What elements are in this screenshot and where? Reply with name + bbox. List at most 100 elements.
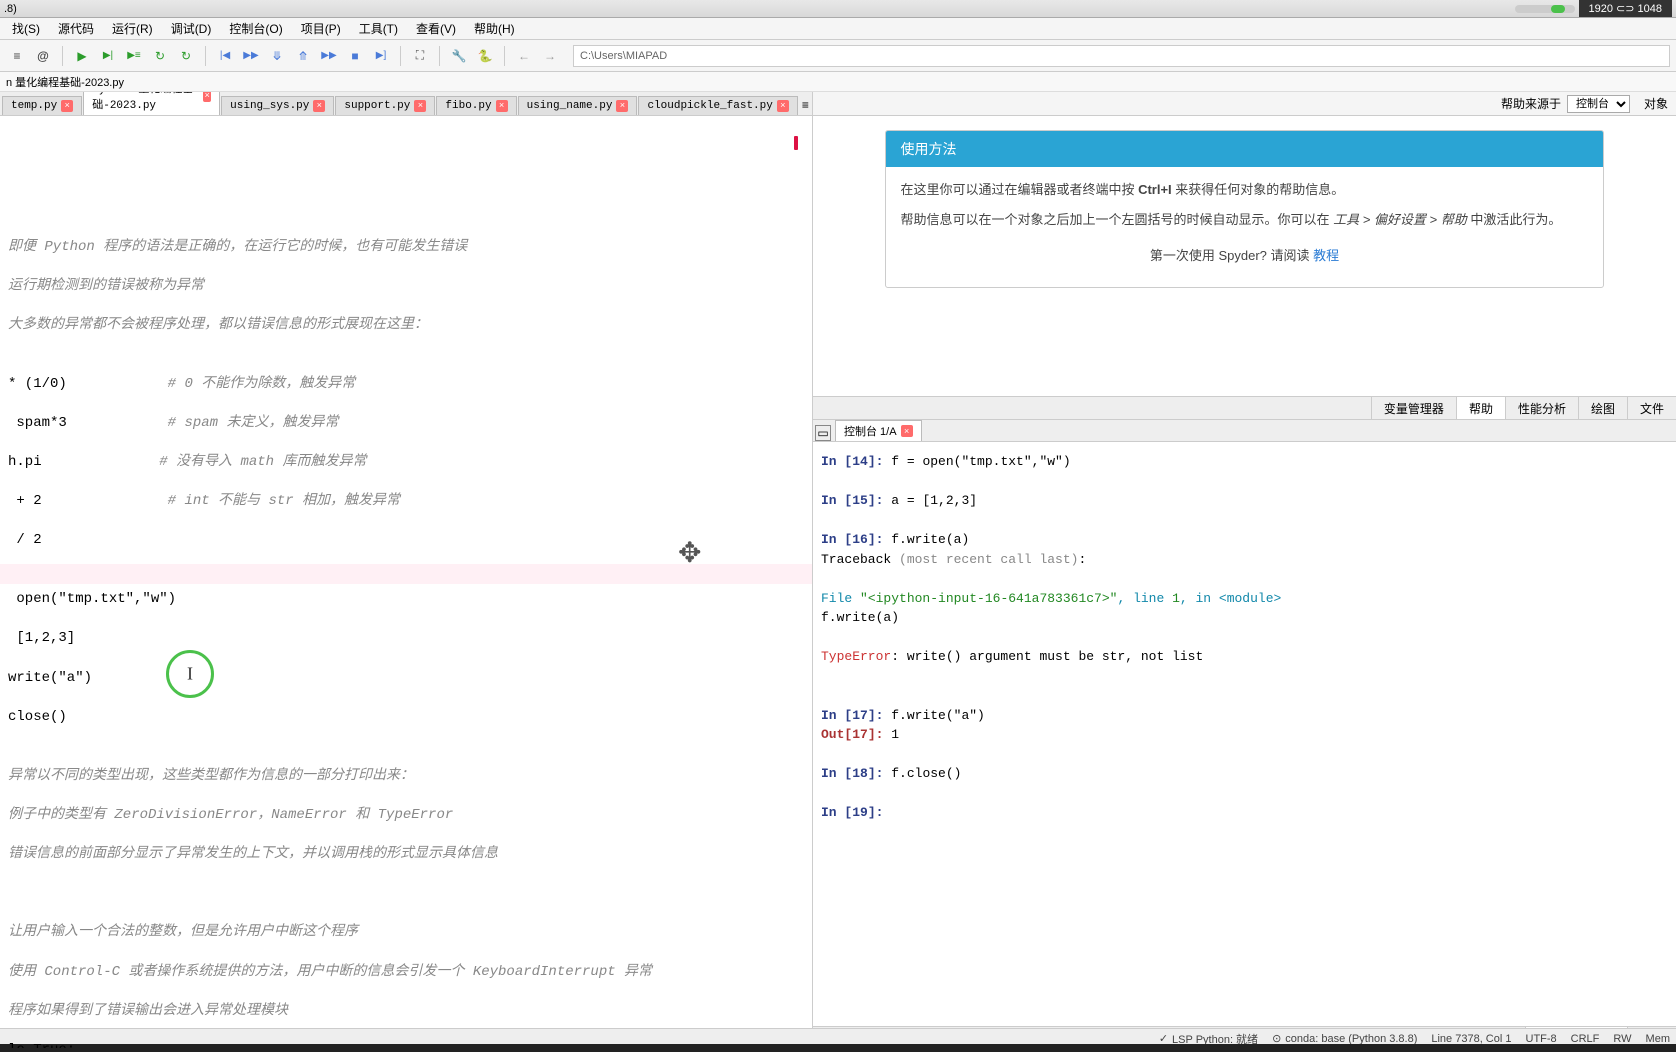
editor-tab[interactable]: Python 量化编程基础-2023.py × — [83, 92, 220, 115]
nav-back-icon[interactable]: ← — [513, 45, 535, 67]
maximize-icon[interactable]: ⛶ — [409, 45, 431, 67]
close-icon[interactable]: × — [414, 100, 426, 112]
close-icon[interactable]: × — [61, 100, 73, 112]
editor-line: 错误信息的前面部分显示了异常发生的上下文，并以调用栈的形式显示具体信息 — [8, 845, 804, 865]
editor-body[interactable]: ✥ 即便 Python 程序的语法是正确的，在运行它的时候，也有可能发生错误 运… — [0, 116, 812, 1048]
run-cell-icon[interactable]: ▶| — [97, 45, 119, 67]
close-icon[interactable]: × — [313, 100, 325, 112]
debug-continue-icon[interactable]: ▶▶ — [318, 45, 340, 67]
help-source-select[interactable]: 控制台 — [1567, 95, 1630, 113]
restart-icon[interactable]: ↻ — [175, 45, 197, 67]
editor-line — [8, 649, 804, 669]
editor-tab[interactable]: cloudpickle_fast.py × — [638, 96, 797, 115]
tab-help[interactable]: 帮助 — [1456, 397, 1505, 419]
tab-files[interactable]: 文件 — [1627, 397, 1676, 419]
editor-line — [8, 434, 804, 454]
run-selection-icon[interactable]: ▶≡ — [123, 45, 145, 67]
working-dir-input[interactable]: C:\Users\MIAPAD — [573, 45, 1670, 67]
editor-line — [8, 747, 804, 767]
wrench-icon[interactable]: 🔧 — [448, 45, 470, 67]
close-icon[interactable]: × — [777, 100, 789, 112]
console-body[interactable]: In [14]: f = open("tmp.txt","w") In [15]… — [813, 442, 1676, 1026]
help-source-label: 帮助来源于 — [1501, 95, 1561, 112]
menu-console[interactable]: 控制台(O) — [221, 18, 290, 39]
editor-line — [8, 727, 804, 747]
editor-line — [8, 865, 804, 885]
editor-line: 使用 Control-C 或者操作系统提供的方法，用户中断的信息会引发一个 Ke… — [8, 963, 804, 983]
debug-step-back-icon[interactable]: |◀ — [214, 45, 236, 67]
tutorial-link[interactable]: 教程 — [1313, 248, 1339, 263]
menu-tools[interactable]: 工具(T) — [351, 18, 406, 39]
menu-source[interactable]: 源代码 — [50, 18, 102, 39]
editor-line — [8, 571, 804, 591]
editor-line — [8, 336, 804, 356]
dimensions-badge: 1920 ⊂⊃ 1048 — [1579, 0, 1673, 17]
tab-label: Python 量化编程基础-2023.py — [92, 92, 199, 112]
python-icon[interactable]: 🐍 — [474, 45, 496, 67]
debug-stop-icon[interactable]: ■ — [344, 45, 366, 67]
editor-line: close() — [8, 708, 804, 728]
menu-view[interactable]: 查看(V) — [408, 18, 464, 39]
rerun-icon[interactable]: ↻ — [149, 45, 171, 67]
menu-help[interactable]: 帮助(H) — [466, 18, 523, 39]
console-tab-strip: ▭ 控制台 1/A × — [813, 420, 1676, 442]
status-rw: RW — [1613, 1033, 1631, 1045]
status-position: Line 7378, Col 1 — [1431, 1033, 1511, 1045]
tab-var-explorer[interactable]: 变量管理器 — [1371, 397, 1456, 419]
debug-exit-icon[interactable]: ▶] — [370, 45, 392, 67]
editor-line: 例子中的类型有 ZeroDivisionError，NameError 和 Ty… — [8, 806, 804, 826]
status-encoding: UTF-8 — [1526, 1033, 1557, 1045]
editor-tab[interactable]: support.py × — [335, 96, 435, 115]
help-p3: 第一次使用 Spyder? 请阅读 教程 — [900, 245, 1588, 267]
editor-line — [8, 884, 804, 904]
tab-profiler[interactable]: 性能分析 — [1505, 397, 1578, 419]
tab-plots[interactable]: 绘图 — [1578, 397, 1627, 419]
menu-project[interactable]: 项目(P) — [293, 18, 349, 39]
nav-forward-icon[interactable]: → — [539, 45, 561, 67]
editor-line — [8, 551, 804, 571]
at-icon[interactable]: @ — [32, 45, 54, 67]
console-tab[interactable]: 控制台 1/A × — [835, 420, 922, 441]
editor-tab[interactable]: fibo.py× — [436, 96, 516, 115]
right-panel-tabs: 变量管理器 帮助 性能分析 绘图 文件 — [813, 396, 1676, 420]
tab-label: support.py — [344, 100, 410, 112]
menu-bar: 找(S) 源代码 运行(R) 调试(D) 控制台(O) 项目(P) 工具(T) … — [0, 18, 1676, 40]
debug-step-in-icon[interactable]: ⤋ — [266, 45, 288, 67]
editor-line: 大多数的异常都不会被程序处理，都以错误信息的形式展现在这里： — [8, 316, 804, 336]
editor-line: h.pi # 没有导入 math 库而触发异常 — [8, 453, 804, 473]
close-icon[interactable]: × — [616, 100, 628, 112]
tab-overflow-icon[interactable]: ≡ — [799, 95, 812, 115]
close-icon[interactable]: × — [203, 92, 211, 102]
console-options-icon[interactable]: ▭ — [815, 425, 831, 441]
editor-tab[interactable]: using_sys.py× — [221, 96, 334, 115]
editor-line — [8, 610, 804, 630]
debug-step-out-icon[interactable]: ⤊ — [292, 45, 314, 67]
editor-line — [8, 257, 804, 277]
breadcrumb: n 量化编程基础-2023.py — [0, 72, 1676, 92]
editor-line: open("tmp.txt","w") — [8, 590, 804, 610]
debug-step-icon[interactable]: ▶▶ — [240, 45, 262, 67]
close-icon[interactable]: × — [901, 425, 913, 437]
editor-line: / 2 — [8, 531, 804, 551]
editor-line: 即便 Python 程序的语法是正确的，在运行它的时候，也有可能发生错误 — [8, 238, 804, 258]
editor-tab[interactable]: temp.py × — [2, 96, 82, 115]
title-bar: .8) 1920 ⊂⊃ 1048 — [0, 0, 1676, 18]
menu-debug[interactable]: 调试(D) — [163, 18, 220, 39]
tab-label: cloudpickle_fast.py — [647, 100, 772, 112]
editor-line — [8, 394, 804, 414]
menu-find[interactable]: 找(S) — [4, 18, 48, 39]
help-card: 使用方法 在这里你可以通过在编辑器或者终端中按 Ctrl+I 来获得任何对象的帮… — [885, 130, 1603, 288]
run-icon[interactable]: ▶ — [71, 45, 93, 67]
editor-line — [8, 943, 804, 963]
menu-run[interactable]: 运行(R) — [104, 18, 161, 39]
outline-icon[interactable]: ≡ — [6, 45, 28, 67]
editor-tab[interactable]: using_name.py× — [518, 96, 638, 115]
close-icon[interactable]: × — [496, 100, 508, 112]
error-marker — [794, 136, 798, 150]
editor-line — [8, 355, 804, 375]
tab-label: temp.py — [11, 100, 57, 112]
editor-line — [8, 473, 804, 493]
editor-line — [8, 982, 804, 1002]
editor-line — [8, 1021, 804, 1041]
help-p1: 在这里你可以通过在编辑器或者终端中按 Ctrl+I 来获得任何对象的帮助信息。 — [900, 179, 1588, 201]
